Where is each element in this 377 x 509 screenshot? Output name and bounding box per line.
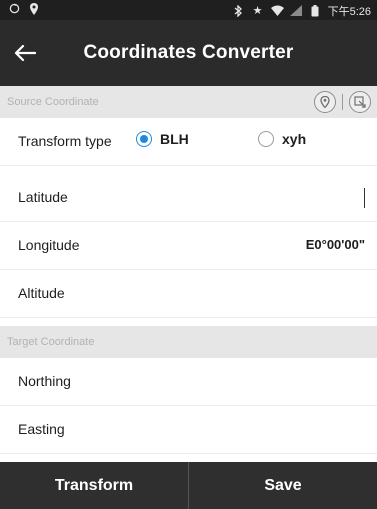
target-coordinate-header: Target Coordinate <box>0 326 377 358</box>
easting-label: Easting <box>18 421 65 437</box>
source-coordinate-header: Source Coordinate <box>0 86 377 118</box>
source-coordinate-label: Source Coordinate <box>7 96 99 108</box>
actions-divider <box>342 94 343 110</box>
import-point-button[interactable] <box>349 91 371 113</box>
import-icon <box>354 96 366 108</box>
radio-blh[interactable]: BLH <box>136 131 189 147</box>
bottom-action-bar: Transform Save <box>0 462 377 509</box>
pick-location-button[interactable] <box>314 91 336 113</box>
altitude-field[interactable]: Altitude <box>0 270 377 318</box>
radio-xyh-indicator[interactable] <box>258 131 274 147</box>
signal-icon <box>289 5 302 17</box>
source-actions <box>314 91 371 113</box>
text-cursor <box>363 188 365 208</box>
bluetooth-icon <box>233 4 245 18</box>
status-time: 下午5:26 <box>327 6 371 18</box>
northing-label: Northing <box>18 373 71 389</box>
radio-xyh[interactable]: xyh <box>258 131 306 147</box>
target-coordinate-label: Target Coordinate <box>7 336 95 348</box>
latitude-field[interactable]: Latitude <box>0 174 377 222</box>
altitude-label: Altitude <box>18 285 65 301</box>
save-button[interactable]: Save <box>189 462 377 509</box>
longitude-label: Longitude <box>18 237 80 253</box>
longitude-value[interactable]: E0°00'00" <box>306 237 365 252</box>
transform-button[interactable]: Transform <box>0 462 188 509</box>
page-title: Coordinates Converter <box>83 42 294 63</box>
transform-type-row: Transform type BLH xyh <box>0 118 377 166</box>
radio-blh-label[interactable]: BLH <box>160 131 189 147</box>
wifi-icon <box>270 5 284 17</box>
latitude-label: Latitude <box>18 189 68 205</box>
northing-field: Northing <box>0 358 377 406</box>
radio-xyh-label[interactable]: xyh <box>282 131 306 147</box>
status-bar: ★ 下午5:26 <box>0 0 377 20</box>
easting-field: Easting <box>0 406 377 454</box>
battery-icon <box>309 5 321 17</box>
sync-icon <box>8 3 20 15</box>
transform-type-label: Transform type <box>18 133 112 149</box>
star-icon: ★ <box>252 5 263 17</box>
location-pin-icon <box>320 96 330 108</box>
app-bar: Coordinates Converter <box>0 20 377 86</box>
radio-blh-indicator[interactable] <box>136 131 152 147</box>
longitude-field[interactable]: Longitude E0°00'00" <box>0 222 377 270</box>
location-pin-icon <box>28 3 40 15</box>
